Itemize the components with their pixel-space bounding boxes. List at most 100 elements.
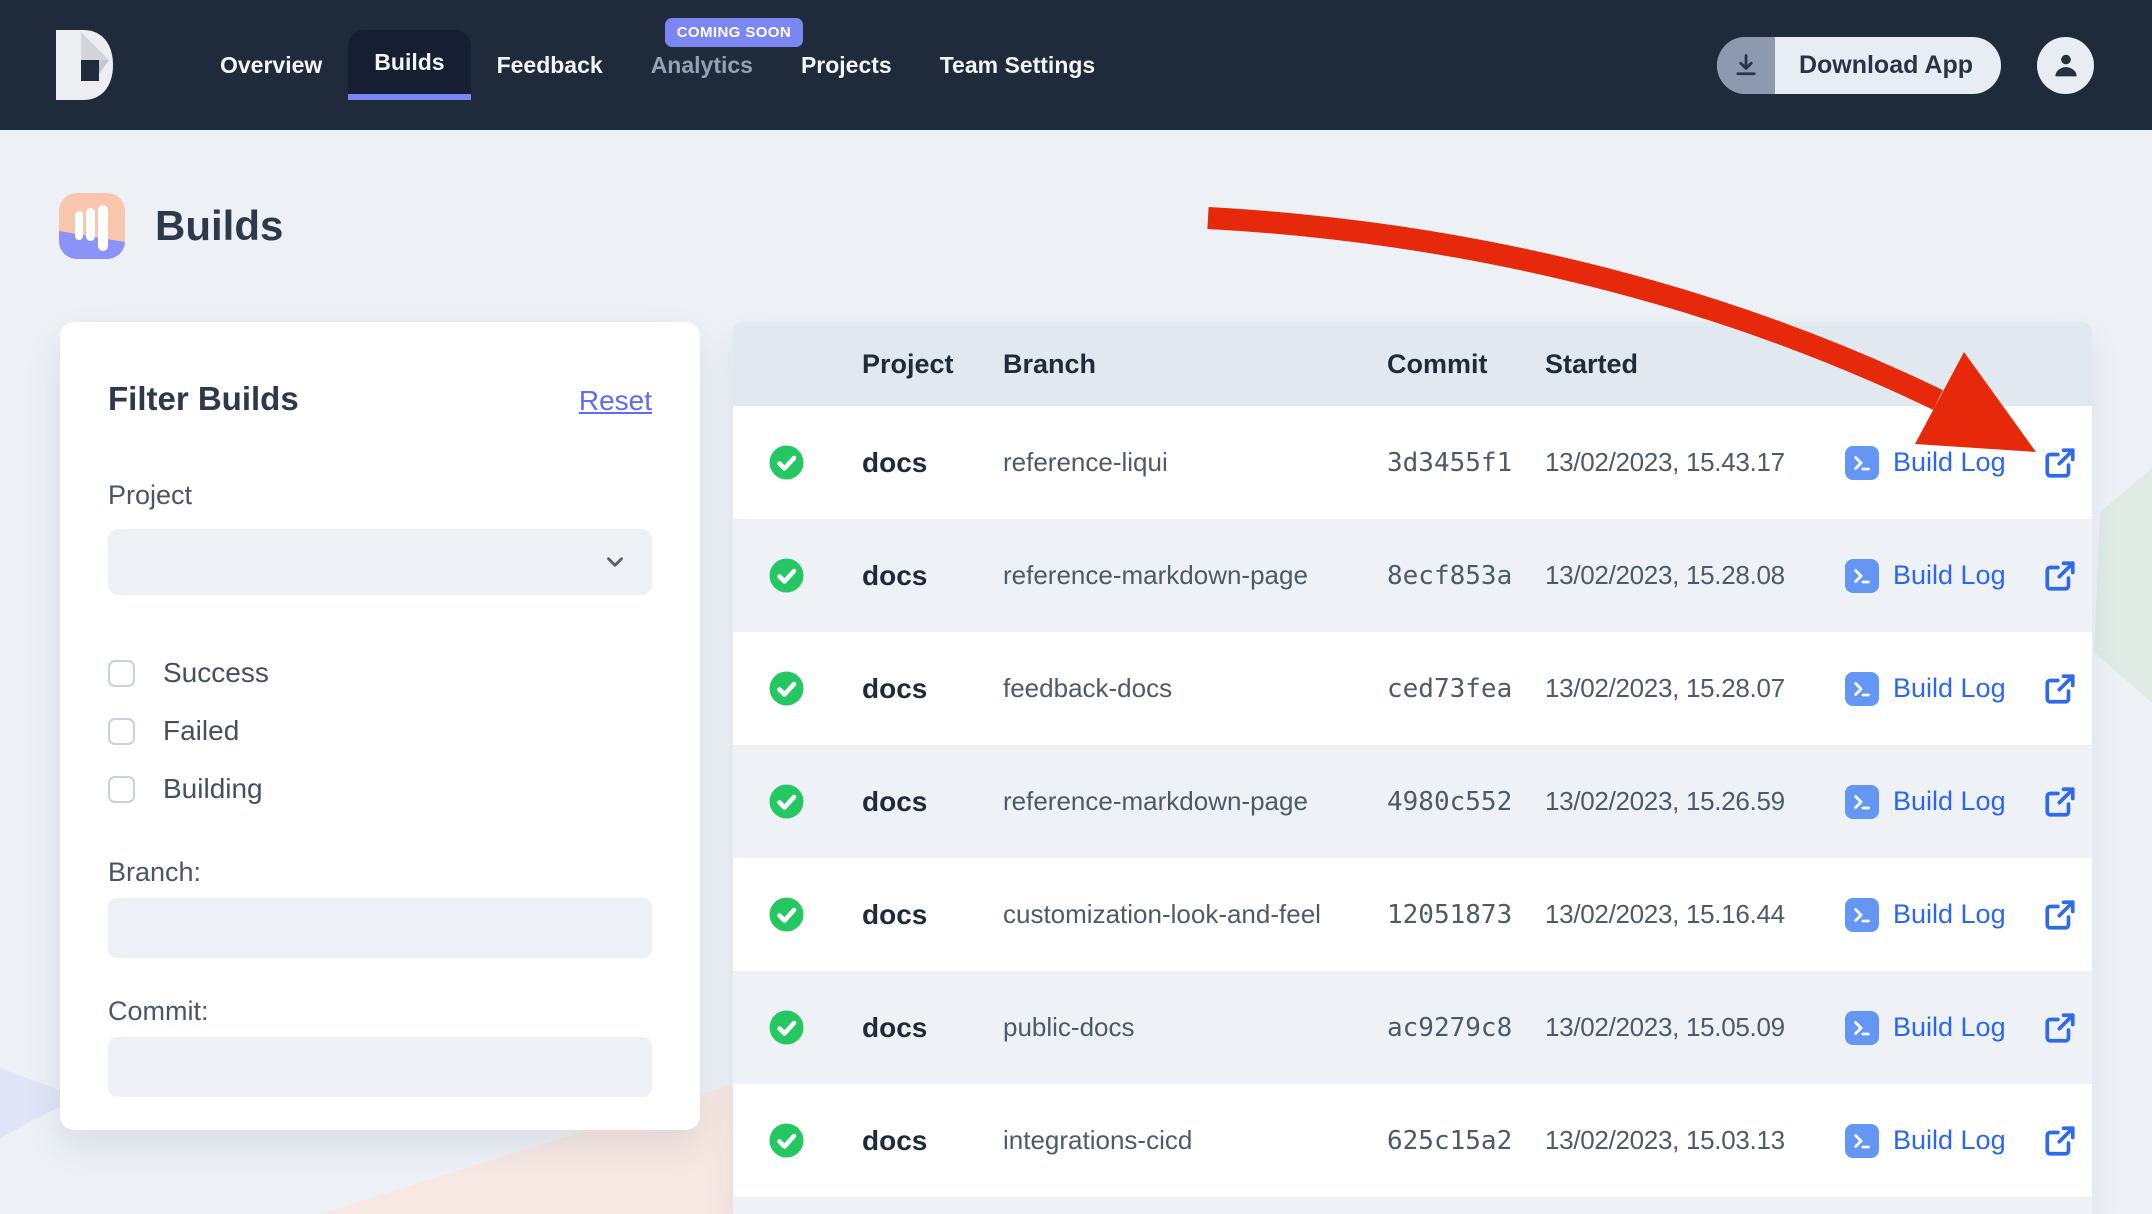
top-nav: Overview Builds Feedback COMING SOON Ana… [0, 0, 2152, 130]
build-log-link[interactable]: Build Log [1845, 785, 2018, 819]
external-link-icon[interactable] [2043, 1011, 2092, 1045]
project-cell: docs [839, 1125, 1003, 1157]
terminal-icon [1845, 898, 1879, 932]
project-cell: docs [839, 899, 1003, 931]
partial-next-row [733, 1197, 2092, 1214]
branch-cell: feedback-docs [1003, 673, 1383, 704]
started-cell: 13/02/2023, 15.43.17 [1541, 447, 1838, 478]
table-row: docs integrations-cicd 625c15a2 13/02/20… [733, 1084, 2092, 1197]
failed-checkbox-box[interactable] [108, 718, 135, 745]
build-log-label: Build Log [1893, 560, 2006, 591]
app-logo-icon[interactable] [56, 30, 118, 100]
build-log-link[interactable]: Build Log [1845, 1124, 2018, 1158]
project-cell: docs [839, 786, 1003, 818]
terminal-icon [1845, 1124, 1879, 1158]
success-status-icon [769, 1123, 804, 1158]
branch-cell: reference-markdown-page [1003, 786, 1383, 817]
commit-cell: 12051873 [1383, 900, 1541, 930]
started-column-header: Started [1541, 349, 1838, 380]
checkbox-success[interactable]: Success [108, 657, 652, 689]
build-log-label: Build Log [1893, 786, 2006, 817]
build-log-link[interactable]: Build Log [1845, 446, 2018, 480]
branch-input[interactable] [108, 898, 652, 958]
table-header-row: Project Branch Commit Started [733, 322, 2092, 406]
build-log-link[interactable]: Build Log [1845, 898, 2018, 932]
commit-column-header: Commit [1383, 349, 1541, 380]
success-status-icon [769, 784, 804, 819]
nav-item-feedback[interactable]: Feedback [473, 0, 627, 130]
terminal-icon [1845, 559, 1879, 593]
external-link-icon[interactable] [2043, 672, 2092, 706]
filter-title: Filter Builds [108, 380, 299, 418]
builds-table: Project Branch Commit Started docs refer… [733, 322, 2092, 1214]
project-column-header: Project [839, 349, 1003, 380]
build-log-link[interactable]: Build Log [1845, 672, 2018, 706]
nav-analytics-wrap: COMING SOON Analytics [627, 0, 777, 130]
project-select[interactable] [108, 529, 652, 595]
commit-cell: ced73fea [1383, 674, 1541, 704]
commit-cell: 3d3455f1 [1383, 448, 1541, 478]
branch-cell: integrations-cicd [1003, 1125, 1383, 1156]
build-log-label: Build Log [1893, 899, 2006, 930]
status-filter-group: Success Failed Building [108, 657, 652, 805]
started-cell: 13/02/2023, 15.03.13 [1541, 1125, 1838, 1156]
started-cell: 13/02/2023, 15.28.07 [1541, 673, 1838, 704]
main-navigation: Overview Builds Feedback COMING SOON Ana… [196, 0, 1119, 130]
checkbox-building[interactable]: Building [108, 773, 652, 805]
build-log-link[interactable]: Build Log [1845, 559, 2018, 593]
external-link-icon[interactable] [2043, 1124, 2092, 1158]
commit-cell: 625c15a2 [1383, 1126, 1541, 1156]
nav-item-team-settings[interactable]: Team Settings [916, 0, 1120, 130]
project-cell: docs [839, 1012, 1003, 1044]
project-label: Project [108, 480, 652, 511]
nav-item-builds[interactable]: Builds [348, 30, 470, 100]
commit-cell: 4980c552 [1383, 787, 1541, 817]
success-status-icon [769, 558, 804, 593]
table-row: docs customization-look-and-feel 1205187… [733, 858, 2092, 971]
user-avatar[interactable] [2037, 37, 2094, 94]
started-cell: 13/02/2023, 15.05.09 [1541, 1012, 1838, 1043]
table-row: docs reference-markdown-page 4980c552 13… [733, 745, 2092, 858]
success-status-icon [769, 445, 804, 480]
nav-item-overview[interactable]: Overview [196, 0, 346, 130]
download-app-button[interactable]: Download App [1717, 37, 2001, 94]
success-checkbox-box[interactable] [108, 660, 135, 687]
nav-right-actions: Download App [1717, 37, 2094, 94]
external-link-icon[interactable] [2043, 898, 2092, 932]
nav-item-analytics[interactable]: Analytics [627, 0, 777, 130]
building-checkbox-label: Building [163, 773, 263, 805]
branch-column-header: Branch [1003, 349, 1383, 380]
page-title: Builds [155, 202, 283, 250]
building-checkbox-box[interactable] [108, 776, 135, 803]
page-header: Builds [59, 193, 283, 259]
table-row: docs reference-markdown-page 8ecf853a 13… [733, 519, 2092, 632]
reset-filters-link[interactable]: Reset [579, 385, 652, 417]
project-cell: docs [839, 447, 1003, 479]
commit-input[interactable] [108, 1037, 652, 1097]
table-row: docs reference-liqui 3d3455f1 13/02/2023… [733, 406, 2092, 519]
app-window: Overview Builds Feedback COMING SOON Ana… [0, 0, 2152, 1214]
build-log-label: Build Log [1893, 1012, 2006, 1043]
branch-cell: reference-liqui [1003, 447, 1383, 478]
branch-cell: reference-markdown-page [1003, 560, 1383, 591]
terminal-icon [1845, 785, 1879, 819]
terminal-icon [1845, 1011, 1879, 1045]
external-link-icon[interactable] [2043, 446, 2092, 480]
commit-cell: ac9279c8 [1383, 1013, 1541, 1043]
started-cell: 13/02/2023, 15.28.08 [1541, 560, 1838, 591]
build-log-link[interactable]: Build Log [1845, 1011, 2018, 1045]
checkbox-failed[interactable]: Failed [108, 715, 652, 747]
branch-cell: public-docs [1003, 1012, 1383, 1043]
table-row: docs feedback-docs ced73fea 13/02/2023, … [733, 632, 2092, 745]
external-link-icon[interactable] [2043, 785, 2092, 819]
nav-item-projects[interactable]: Projects [777, 0, 916, 130]
table-row: docs public-docs ac9279c8 13/02/2023, 15… [733, 971, 2092, 1084]
branch-cell: customization-look-and-feel [1003, 899, 1383, 930]
build-log-label: Build Log [1893, 1125, 2006, 1156]
builds-page-icon [59, 193, 125, 259]
build-log-label: Build Log [1893, 447, 2006, 478]
success-status-icon [769, 1010, 804, 1045]
success-status-icon [769, 671, 804, 706]
build-log-label: Build Log [1893, 673, 2006, 704]
external-link-icon[interactable] [2043, 559, 2092, 593]
